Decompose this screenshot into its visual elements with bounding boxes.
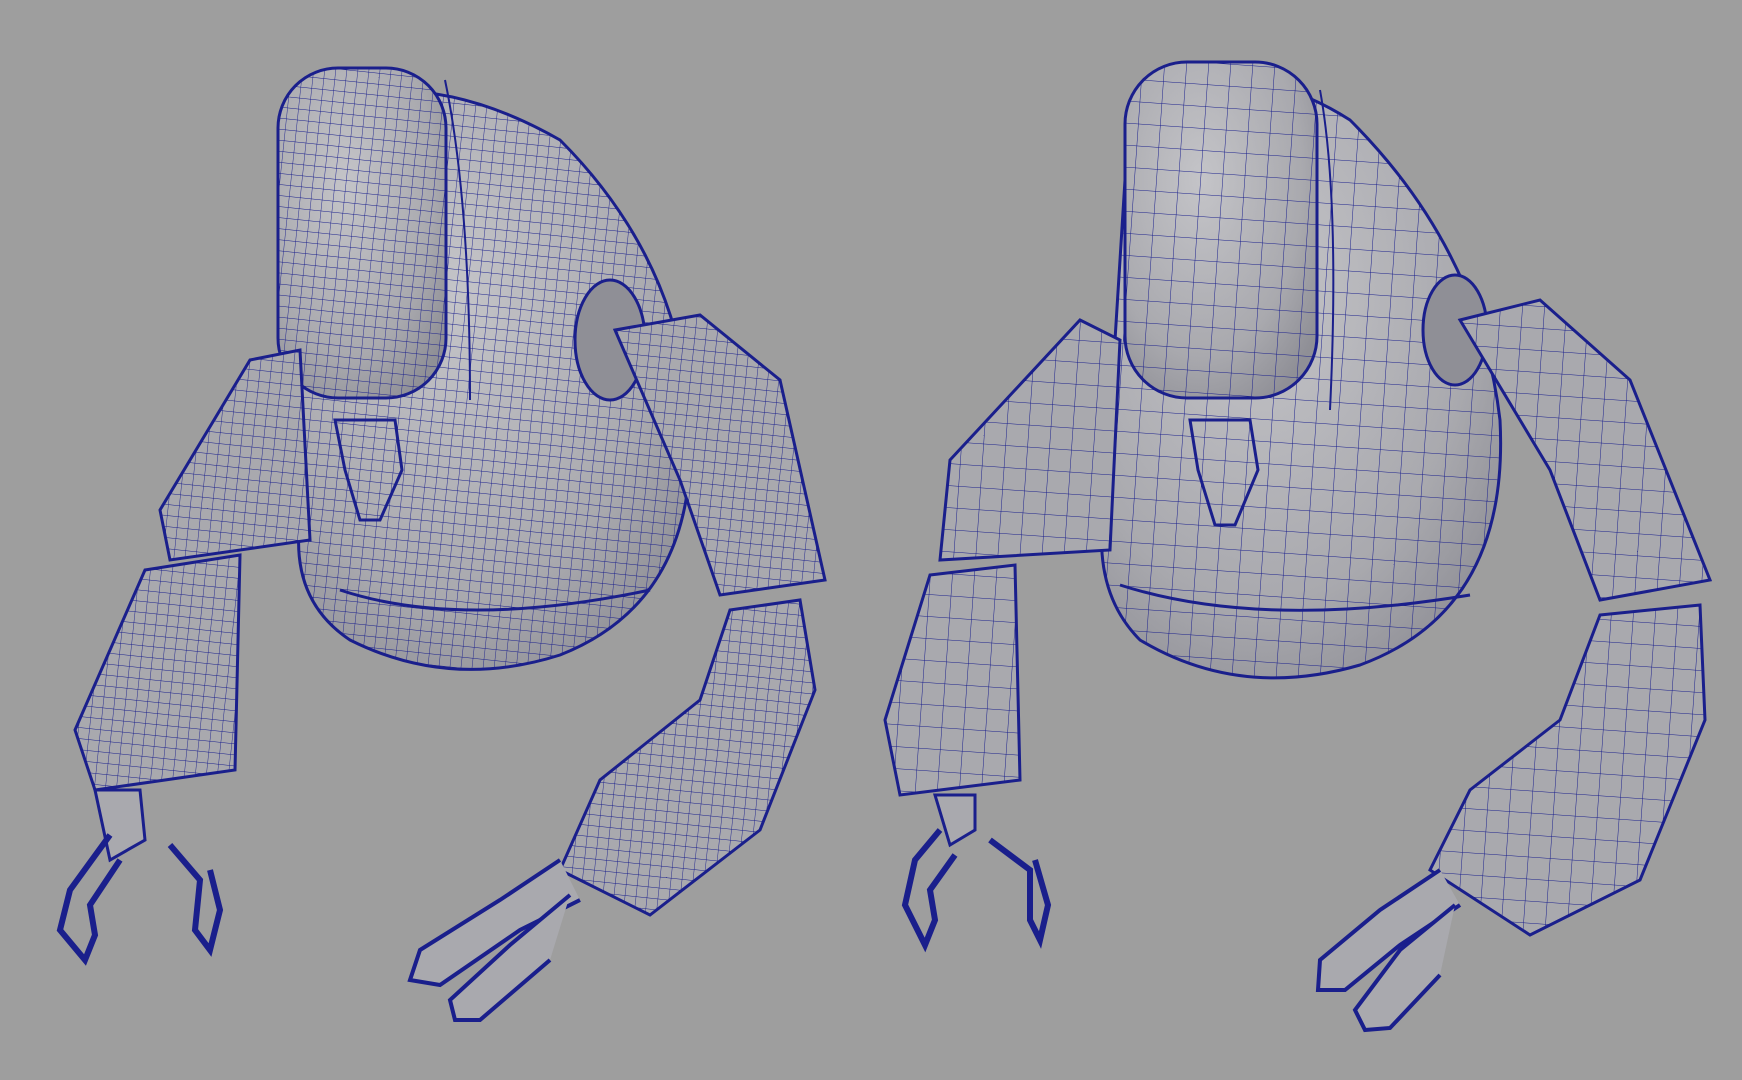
maya-viewport[interactable] [0, 0, 1742, 1080]
robot-arm-left [56, 348, 312, 966]
viewport-scene [56, 60, 1713, 1033]
robot-dense-wireframe[interactable] [56, 66, 827, 1022]
robot-sparse-wireframe[interactable] [883, 60, 1713, 1033]
robot-arm-left [883, 318, 1122, 953]
